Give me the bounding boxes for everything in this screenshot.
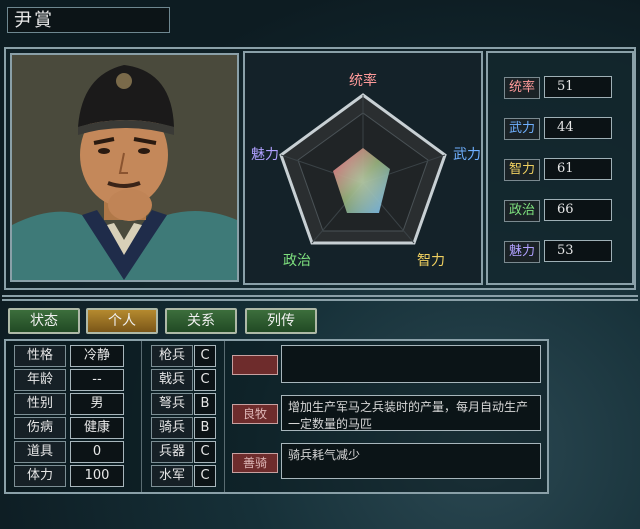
profile-label: 年龄 (14, 369, 66, 391)
radar-label-chr: 魅力 (251, 147, 279, 163)
aptitude-label: 戟兵 (151, 369, 193, 391)
aptitude-grade: B (194, 417, 216, 439)
stat-radar: 统率 武力 智力 政治 魅力 (251, 72, 481, 269)
profile-value: 健康 (70, 417, 124, 439)
aptitude-grade: C (194, 345, 216, 367)
aptitude-label: 枪兵 (151, 345, 193, 367)
profile-label: 伤病 (14, 417, 66, 439)
skill-description: 骑兵耗气减少 (281, 443, 541, 479)
aptitude-label: 水军 (151, 465, 193, 487)
stat-label: 武力 (504, 118, 540, 140)
aptitude-grade: B (194, 393, 216, 415)
profile-label: 体力 (14, 465, 66, 487)
stat-label: 统率 (504, 77, 540, 99)
skill-name: 良牧 (232, 404, 278, 424)
radar-label-pol: 政治 (283, 253, 311, 269)
stat-label: 魅力 (504, 241, 540, 263)
character-portrait (10, 53, 239, 282)
tab-relations[interactable]: 关系 (165, 308, 237, 334)
skill-description (281, 345, 541, 383)
stat-label: 政治 (504, 200, 540, 222)
profile-label: 道具 (14, 441, 66, 463)
tab-biography[interactable]: 列传 (245, 308, 317, 334)
stat-value: 66 (544, 199, 612, 221)
radar-label-war: 武力 (453, 147, 481, 163)
profile-value: 男 (70, 393, 124, 415)
aptitude-label: 兵器 (151, 441, 193, 463)
stat-value: 61 (544, 158, 612, 180)
stat-value: 44 (544, 117, 612, 139)
radar-label-lead: 统率 (349, 72, 377, 89)
stat-value: 51 (544, 76, 612, 98)
stat-label: 智力 (504, 159, 540, 181)
aptitude-label: 骑兵 (151, 417, 193, 439)
skill-description: 增加生产军马之兵装时的产量，每月自动生产一定数量的马匹 (281, 395, 541, 431)
skill-name: 善骑 (232, 453, 278, 473)
section-divider (2, 295, 638, 301)
aptitude-label: 弩兵 (151, 393, 193, 415)
radar-chart-box: 统率 武力 智力 政治 魅力 (243, 51, 483, 285)
profile-label: 性别 (14, 393, 66, 415)
portrait-image (12, 55, 237, 280)
profile-value: -- (70, 369, 124, 391)
aptitude-grade: C (194, 369, 216, 391)
aptitude-grade: C (194, 441, 216, 463)
stat-value: 53 (544, 240, 612, 262)
skill-name (232, 355, 278, 375)
character-name: 尹賞 (7, 7, 170, 33)
tab-personal[interactable]: 个人 (86, 308, 158, 334)
tab-status[interactable]: 状态 (8, 308, 80, 334)
profile-label: 性格 (14, 345, 66, 367)
aptitude-grade: C (194, 465, 216, 487)
radar-label-int: 智力 (417, 253, 445, 269)
profile-value: 冷静 (70, 345, 124, 367)
profile-value: 0 (70, 441, 124, 463)
profile-value: 100 (70, 465, 124, 487)
